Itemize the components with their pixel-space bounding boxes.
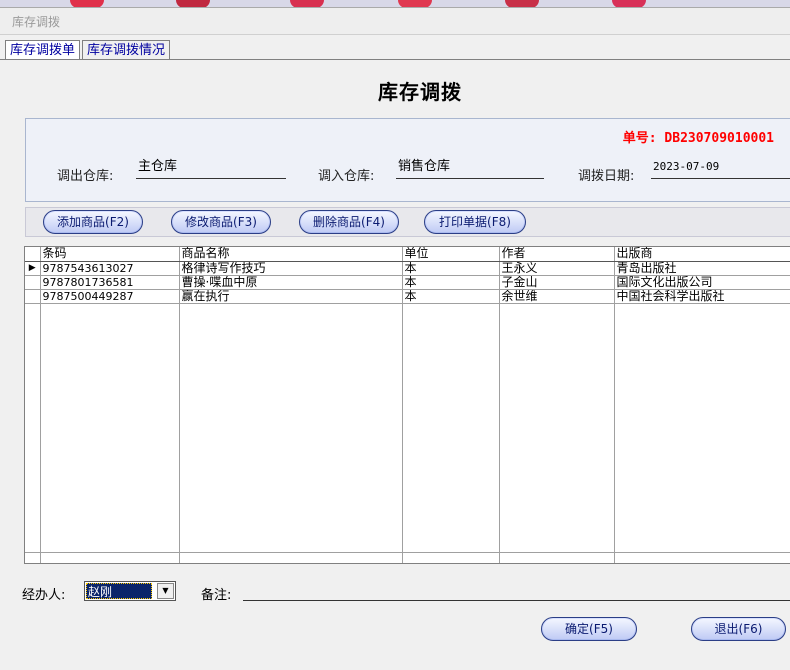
empty-grid-area[interactable] (25, 303, 790, 553)
window-title-bar: 库存调拨 (0, 8, 790, 35)
grid-corner (25, 247, 41, 262)
order-info-panel: 单号: DB230709010001 调出仓库: 主仓库 调入仓库: 销售仓库 … (25, 118, 790, 202)
column-header-unit[interactable]: 单位 (402, 247, 500, 262)
print-order-button[interactable]: 打印单据(F8) (424, 210, 526, 234)
delete-item-button[interactable]: 删除商品(F4) (299, 210, 399, 234)
order-number-value: DB230709010001 (664, 131, 774, 146)
cell-publisher[interactable]: 青岛出版社 (614, 261, 790, 276)
cell-unit[interactable]: 本 (402, 261, 500, 276)
delete-item-button-label: 删除商品(F4) (301, 212, 397, 232)
cell-unit[interactable]: 本 (402, 289, 500, 304)
cell-author[interactable]: 子金山 (499, 275, 615, 290)
toolbar-icon[interactable] (176, 0, 210, 7)
toolbar-icon[interactable] (290, 0, 324, 7)
column-header-product-name[interactable]: 商品名称 (179, 247, 403, 262)
top-toolbar-strip (0, 0, 790, 8)
window-title: 库存调拨 (12, 15, 61, 29)
cell-barcode[interactable]: 9787500449287 (40, 289, 180, 304)
chevron-down-icon[interactable]: ▼ (157, 583, 174, 599)
cell-author[interactable]: 王永义 (499, 261, 615, 276)
grid-header-row: 条码 商品名称 单位 作者 出版商 (25, 247, 790, 262)
table-row[interactable]: 9787801736581 曹操·喋血中原 本 子金山 国际文化出版公司 (25, 275, 790, 290)
column-header-author[interactable]: 作者 (499, 247, 615, 262)
items-grid[interactable]: 条码 商品名称 单位 作者 出版商 ▶ 9787543613027 格律诗写作技… (24, 246, 790, 564)
cell-unit[interactable]: 本 (402, 275, 500, 290)
order-number-label: 单号: (622, 131, 657, 146)
out-warehouse-label: 调出仓库: (57, 169, 114, 184)
in-warehouse-label: 调入仓库: (318, 169, 375, 184)
confirm-button-label: 确定(F5) (543, 619, 635, 639)
edit-item-button-label: 修改商品(F3) (173, 212, 269, 232)
table-row[interactable]: 9787500449287 赢在执行 本 余世维 中国社会科学出版社 (25, 289, 790, 304)
in-warehouse-field[interactable]: 销售仓库 (396, 157, 544, 179)
handler-selected-value: 赵刚 (86, 583, 152, 599)
print-order-button-label: 打印单据(F8) (426, 212, 524, 232)
tab-strip: 库存调拨单 库存调拨情况 (5, 40, 171, 60)
cell-author[interactable]: 余世维 (499, 289, 615, 304)
table-row[interactable]: ▶ 9787543613027 格律诗写作技巧 本 王永义 青岛出版社 (25, 261, 790, 276)
row-indicator (25, 289, 41, 304)
tab-transfer-order[interactable]: 库存调拨单 (5, 40, 81, 60)
tab-transfer-status[interactable]: 库存调拨情况 (82, 40, 171, 60)
column-header-publisher[interactable]: 出版商 (614, 247, 790, 262)
exit-button-label: 退出(F6) (693, 619, 784, 639)
handler-label: 经办人: (22, 588, 66, 603)
handler-select[interactable]: 赵刚 ▼ (84, 581, 176, 601)
column-header-barcode[interactable]: 条码 (40, 247, 180, 262)
exit-button[interactable]: 退出(F6) (691, 617, 786, 641)
transfer-date-field[interactable]: 2023-07-09 (651, 157, 790, 179)
cell-product-name[interactable]: 赢在执行 (179, 289, 403, 304)
action-button-bar: 添加商品(F2) 修改商品(F3) 删除商品(F4) 打印单据(F8) (25, 207, 790, 237)
cell-barcode[interactable]: 9787543613027 (40, 261, 180, 276)
cell-barcode[interactable]: 9787801736581 (40, 275, 180, 290)
remark-input[interactable] (243, 600, 790, 601)
cell-product-name[interactable]: 曹操·喋血中原 (179, 275, 403, 290)
transfer-date-label: 调拨日期: (578, 169, 635, 184)
toolbar-icon[interactable] (612, 0, 646, 7)
cell-product-name[interactable]: 格律诗写作技巧 (179, 261, 403, 276)
order-number: 单号: DB230709010001 (623, 127, 774, 146)
toolbar-icon[interactable] (505, 0, 539, 7)
toolbar-icon[interactable] (70, 0, 104, 7)
out-warehouse-field[interactable]: 主仓库 (136, 157, 286, 179)
edit-item-button[interactable]: 修改商品(F3) (171, 210, 271, 234)
current-row-indicator-icon: ▶ (25, 261, 41, 276)
add-item-button-label: 添加商品(F2) (45, 212, 141, 232)
grid-blank-row[interactable] (25, 552, 790, 563)
add-item-button[interactable]: 添加商品(F2) (43, 210, 143, 234)
remark-label: 备注: (201, 588, 232, 603)
cell-publisher[interactable]: 中国社会科学出版社 (614, 289, 790, 304)
cell-publisher[interactable]: 国际文化出版公司 (614, 275, 790, 290)
row-indicator (25, 275, 41, 290)
toolbar-icon[interactable] (398, 0, 432, 7)
page-title: 库存调拨 (378, 80, 462, 104)
confirm-button[interactable]: 确定(F5) (541, 617, 637, 641)
